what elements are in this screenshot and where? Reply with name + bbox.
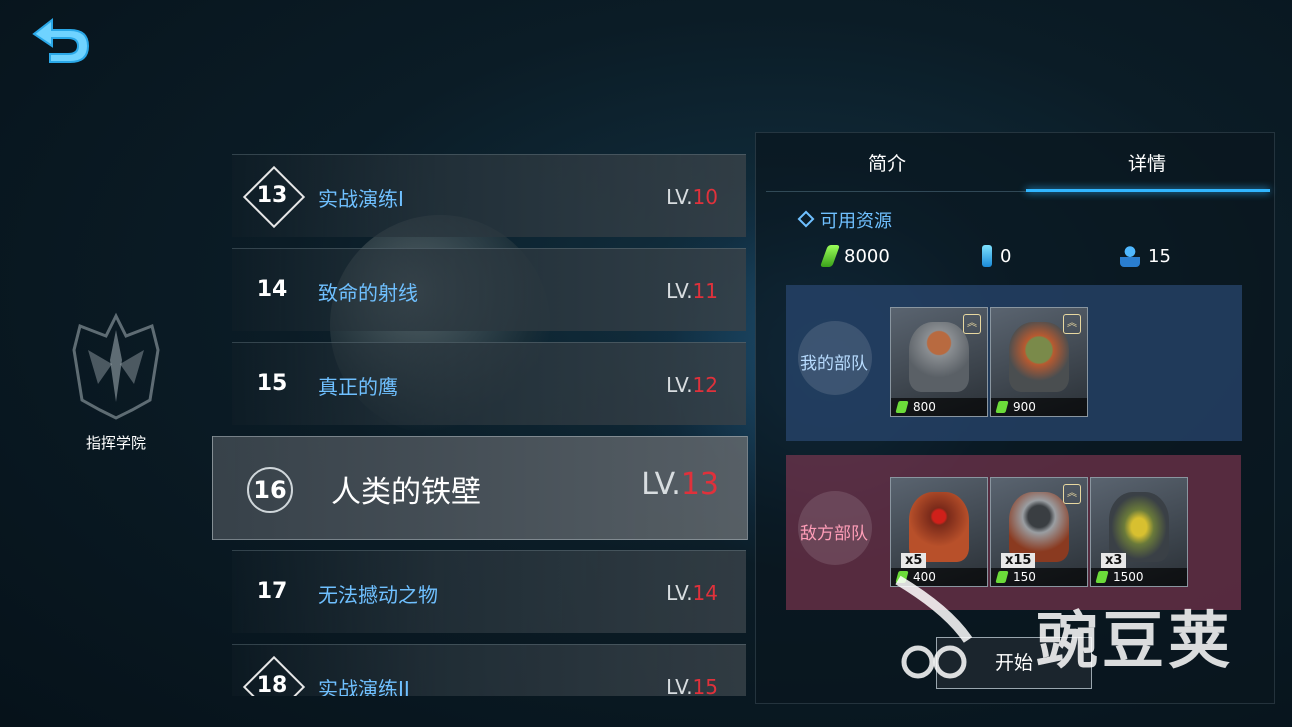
mission-number: 17 [256, 579, 288, 604]
mission-name: 实战演练I [318, 187, 404, 211]
mission-number: 13 [256, 183, 288, 208]
my-unit-card-1[interactable]: ︽ 800 [890, 307, 988, 417]
unit-cost: 150 [991, 568, 1087, 586]
enemy-unit-card-3[interactable]: x3 1500 [1090, 477, 1188, 587]
mission-level: LV.13 [641, 467, 719, 502]
mission-name: 人类的铁壁 [331, 475, 481, 510]
mission-number: 16 [247, 467, 293, 513]
enemy-unit-card-1[interactable]: x5 400 [890, 477, 988, 587]
crystal-icon [995, 571, 1009, 583]
crystal-icon [895, 401, 909, 413]
tab-intro[interactable]: 简介 [868, 149, 906, 176]
enemy-trooper-portrait [1009, 492, 1069, 562]
crystal-icon [819, 245, 841, 267]
unit-count: x15 [1001, 553, 1036, 568]
my-unit-card-2[interactable]: ︽ 900 [990, 307, 1088, 417]
mission-name: 致命的射线 [318, 281, 418, 305]
start-button[interactable]: 开始 [936, 637, 1092, 689]
mission-name: 实战演练II [318, 677, 410, 696]
mission-number: 15 [256, 371, 288, 396]
unit-cost: 800 [891, 398, 987, 416]
crystal-icon [895, 571, 909, 583]
back-button[interactable] [30, 14, 92, 66]
mission-level: LV.10 [666, 185, 718, 209]
eagle-emblem-icon [72, 312, 160, 420]
back-arrow-icon [32, 17, 90, 63]
mission-row-17[interactable]: 17 无法撼动之物 LV.14 [232, 550, 746, 633]
rank-badge-icon: ︽ [1063, 314, 1081, 334]
mission-row-18[interactable]: 18 实战演练II LV.15 [232, 644, 746, 696]
crystal-icon [1095, 571, 1109, 583]
mission-level: LV.15 [666, 675, 718, 696]
academy-section[interactable]: 指挥学院 [68, 310, 164, 453]
enemy-soldier-portrait [909, 492, 969, 562]
unit-cost: 400 [891, 568, 987, 586]
crystal-value: 8000 [844, 245, 890, 267]
enemy-unit-card-2[interactable]: ︽ x15 150 [990, 477, 1088, 587]
mission-name: 真正的鹰 [318, 375, 398, 399]
energy-icon [982, 245, 992, 267]
resource-population: 15 [1120, 245, 1171, 267]
resource-diamond-icon [797, 210, 815, 228]
mission-detail-panel: 简介 详情 可用资源 8000 0 15 我的部队 ︽ 800 ︽ 900 敌方… [755, 132, 1275, 704]
my-army-label: 我的部队 [800, 354, 868, 374]
my-army-section: 我的部队 ︽ 800 ︽ 900 [786, 285, 1242, 441]
population-value: 15 [1148, 245, 1171, 267]
mission-number: 14 [256, 277, 288, 302]
rank-badge-icon: ︽ [963, 314, 981, 334]
population-icon [1120, 245, 1140, 267]
unit-count: x5 [901, 553, 927, 568]
resource-crystal: 8000 [819, 245, 890, 267]
tab-details[interactable]: 详情 [1128, 149, 1166, 176]
unit-cost: 900 [991, 398, 1087, 416]
academy-label: 指挥学院 [85, 434, 146, 452]
mission-row-14[interactable]: 14 致命的射线 LV.11 [232, 248, 746, 331]
mission-level: LV.12 [666, 373, 718, 397]
mission-row-15[interactable]: 15 真正的鹰 LV.12 [232, 342, 746, 425]
mission-level: LV.11 [666, 279, 718, 303]
enemy-drone-portrait [1109, 492, 1169, 562]
mission-row-13[interactable]: 13 实战演练I LV.10 [232, 154, 746, 237]
resource-energy: 0 [982, 245, 1011, 267]
resources-title: 可用资源 [820, 211, 892, 232]
mission-name: 无法撼动之物 [318, 583, 438, 607]
mech-portrait [1009, 322, 1069, 392]
energy-value: 0 [1000, 245, 1012, 267]
active-tab-indicator [1026, 189, 1270, 192]
mission-level: LV.14 [666, 581, 718, 605]
enemy-army-label: 敌方部队 [800, 524, 868, 544]
mission-list[interactable]: 13 实战演练I LV.10 14 致命的射线 LV.11 15 真正的鹰 LV… [160, 126, 750, 696]
unit-count: x3 [1101, 553, 1127, 568]
soldier-portrait [909, 322, 969, 392]
enemy-army-section: 敌方部队 x5 400 ︽ x15 150 x3 1500 [786, 455, 1241, 610]
rank-badge-icon: ︽ [1063, 484, 1081, 504]
mission-row-16-selected[interactable]: 16 人类的铁壁 LV.13 [212, 436, 748, 540]
crystal-icon [995, 401, 1009, 413]
unit-cost: 1500 [1091, 568, 1187, 586]
mission-number: 18 [256, 673, 288, 696]
